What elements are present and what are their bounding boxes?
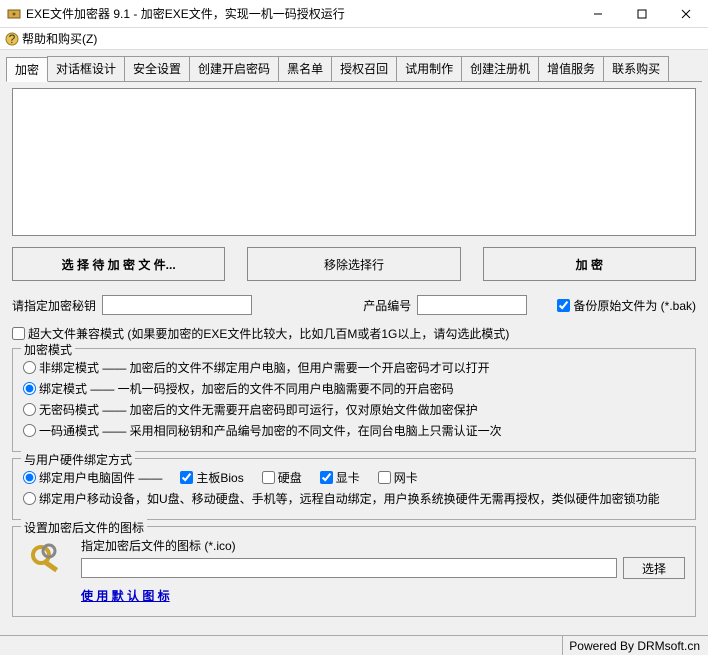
hw-disk-label[interactable]: 硬盘	[262, 469, 302, 486]
encrypt-label: 加 密	[576, 256, 603, 273]
hw-disk-text: 硬盘	[278, 469, 302, 486]
tab-keygen[interactable]: 创建注册机	[461, 56, 539, 81]
encrypt-mode-legend: 加密模式	[21, 341, 75, 358]
large-file-text: 超大文件兼容模式 (如果要加密的EXE文件比较大，比如几百M或者1G以上，请勾选…	[28, 325, 509, 342]
hw-mobile-radio[interactable]	[23, 492, 36, 505]
hw-mobile-label[interactable]: 绑定用户移动设备，如U盘、移动硬盘、手机等，远程自动绑定，用户换系统换硬件无需再…	[23, 490, 660, 507]
maximize-button[interactable]	[620, 0, 664, 27]
encrypt-mode-group: 加密模式 非绑定模式 —— 加密后的文件不绑定用户电脑，但用户需要一个开启密码才…	[12, 348, 696, 452]
mode-unbound-label[interactable]: 非绑定模式 —— 加密后的文件不绑定用户电脑，但用户需要一个开启密码才可以打开	[23, 359, 490, 376]
icon-path-input[interactable]	[81, 558, 617, 578]
tab-contact[interactable]: 联系购买	[603, 56, 669, 81]
maximize-icon	[637, 9, 647, 19]
hw-nic-text: 网卡	[394, 469, 418, 486]
mode-nopass-text: 无密码模式 —— 加密后的文件无需要开启密码即可运行，仅对原始文件做加密保护	[39, 401, 478, 418]
mode-nopass-radio[interactable]	[23, 403, 36, 416]
mode-onepass-radio[interactable]	[23, 424, 36, 437]
tab-blacklist[interactable]: 黑名单	[278, 56, 332, 81]
menubar: ? 帮助和购买(Z)	[0, 28, 708, 50]
hw-firmware-radio[interactable]	[23, 471, 36, 484]
hw-disk-checkbox[interactable]	[262, 471, 275, 484]
hw-firmware-text: 绑定用户电脑固件 ——	[39, 469, 162, 486]
encrypt-button[interactable]: 加 密	[483, 247, 696, 281]
secret-key-label: 请指定加密秘钥	[12, 297, 96, 314]
icon-preview	[23, 537, 71, 585]
mode-nopass-label[interactable]: 无密码模式 —— 加密后的文件无需要开启密码即可运行，仅对原始文件做加密保护	[23, 401, 478, 418]
tab-security[interactable]: 安全设置	[124, 56, 190, 81]
hw-bios-label[interactable]: 主板Bios	[180, 469, 243, 486]
hw-mobile-text: 绑定用户移动设备，如U盘、移动硬盘、手机等，远程自动绑定，用户换系统换硬件无需再…	[39, 490, 660, 507]
hw-gpu-text: 显卡	[336, 469, 360, 486]
large-file-checkbox-label[interactable]: 超大文件兼容模式 (如果要加密的EXE文件比较大，比如几百M或者1G以上，请勾选…	[12, 325, 509, 342]
close-button[interactable]	[664, 0, 708, 27]
mode-onepass-label[interactable]: 一码通模式 —— 采用相同秘钥和产品编号加密的不同文件，在同台电脑上只需认证一次	[23, 422, 502, 439]
hw-gpu-checkbox[interactable]	[320, 471, 333, 484]
keys-icon	[27, 541, 67, 581]
hw-firmware-label[interactable]: 绑定用户电脑固件 ——	[23, 469, 162, 486]
choose-icon-button[interactable]: 选择	[623, 557, 685, 579]
mode-bound-text: 绑定模式 —— 一机一码授权，加密后的文件不同用户电脑需要不同的开启密码	[39, 380, 454, 397]
tab-revoke[interactable]: 授权召回	[331, 56, 397, 81]
powered-by: Powered By DRMsoft.cn	[562, 636, 700, 655]
hw-bind-legend: 与用户硬件绑定方式	[21, 451, 135, 468]
hw-nic-checkbox[interactable]	[378, 471, 391, 484]
select-files-label: 选 择 待 加 密 文 件...	[62, 256, 176, 273]
minimize-icon	[593, 9, 603, 19]
select-files-button[interactable]: 选 择 待 加 密 文 件...	[12, 247, 225, 281]
large-file-checkbox[interactable]	[12, 327, 25, 340]
help-icon: ?	[4, 31, 20, 47]
secret-key-input[interactable]	[102, 295, 252, 315]
tab-encrypt[interactable]: 加密	[6, 57, 48, 82]
backup-checkbox[interactable]	[557, 299, 570, 312]
hw-bind-group: 与用户硬件绑定方式 绑定用户电脑固件 —— 主板Bios 硬盘 显卡 网卡 绑定…	[12, 458, 696, 520]
icon-hint: 指定加密后文件的图标 (*.ico)	[81, 537, 685, 554]
backup-checkbox-label[interactable]: 备份原始文件为 (*.bak)	[557, 297, 696, 314]
menu-help-buy[interactable]: 帮助和购买(Z)	[22, 30, 97, 47]
tab-trial[interactable]: 试用制作	[396, 56, 462, 81]
use-default-icon-link[interactable]: 使 用 默 认 图 标	[81, 589, 170, 603]
mode-bound-radio[interactable]	[23, 382, 36, 395]
tab-strip: 加密 对话框设计 安全设置 创建开启密码 黑名单 授权召回 试用制作 创建注册机…	[6, 56, 702, 82]
minimize-button[interactable]	[576, 0, 620, 27]
statusbar: Powered By DRMsoft.cn	[0, 635, 708, 655]
tab-dialog-design[interactable]: 对话框设计	[47, 56, 125, 81]
product-id-input[interactable]	[417, 295, 527, 315]
mode-onepass-text: 一码通模式 —— 采用相同秘钥和产品编号加密的不同文件，在同台电脑上只需认证一次	[39, 422, 502, 439]
product-id-label: 产品编号	[363, 297, 411, 314]
icon-group: 设置加密后文件的图标 指定加密后文件的图标 (*.ico) 选择	[12, 526, 696, 617]
mode-bound-label[interactable]: 绑定模式 —— 一机一码授权，加密后的文件不同用户电脑需要不同的开启密码	[23, 380, 454, 397]
app-icon	[6, 6, 22, 22]
file-list[interactable]	[12, 88, 696, 236]
tab-value-added[interactable]: 增值服务	[538, 56, 604, 81]
titlebar: EXE文件加密器 9.1 - 加密EXE文件，实现一机一码授权运行	[0, 0, 708, 28]
backup-text: 备份原始文件为 (*.bak)	[573, 297, 696, 314]
hw-nic-label[interactable]: 网卡	[378, 469, 418, 486]
hw-gpu-label[interactable]: 显卡	[320, 469, 360, 486]
tab-create-password[interactable]: 创建开启密码	[189, 56, 279, 81]
hw-bios-checkbox[interactable]	[180, 471, 193, 484]
svg-text:?: ?	[9, 32, 16, 46]
mode-unbound-text: 非绑定模式 —— 加密后的文件不绑定用户电脑，但用户需要一个开启密码才可以打开	[39, 359, 490, 376]
mode-unbound-radio[interactable]	[23, 361, 36, 374]
hw-bios-text: 主板Bios	[196, 469, 243, 486]
window-title: EXE文件加密器 9.1 - 加密EXE文件，实现一机一码授权运行	[26, 5, 576, 22]
close-icon	[681, 9, 691, 19]
icon-legend: 设置加密后文件的图标	[21, 519, 147, 536]
remove-selected-button[interactable]: 移除选择行	[247, 247, 460, 281]
